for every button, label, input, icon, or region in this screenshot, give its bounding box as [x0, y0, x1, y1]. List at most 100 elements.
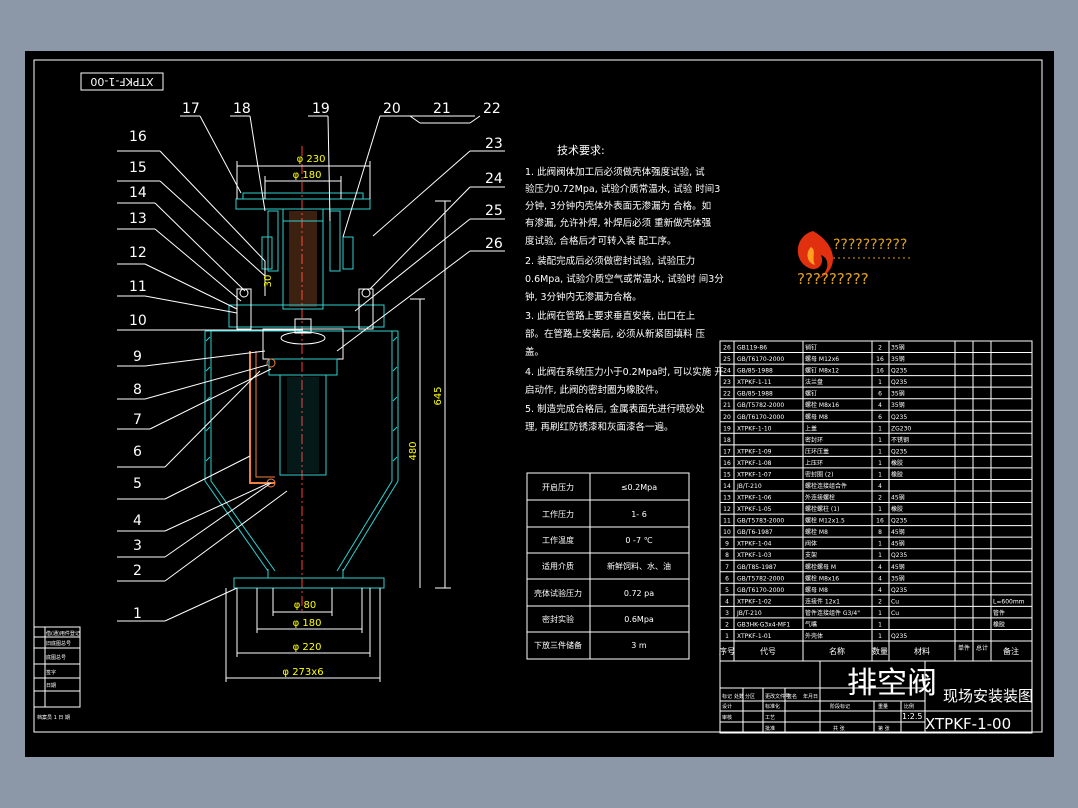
bom-cell: 11: [723, 518, 731, 525]
bom-cell: 螺栓 M8x16: [805, 574, 839, 582]
bom-cell: 35钢: [891, 390, 905, 398]
leader-number: 7: [133, 412, 142, 428]
bom-cell: 4: [878, 483, 882, 490]
shell-left-wall: [204, 331, 269, 578]
rotated-drawing-code: XTPKF-1-00: [90, 75, 153, 88]
bom-cell: 橡胶: [891, 470, 903, 478]
middle-flange: [228, 304, 385, 328]
bom-cell: 管件连接组件 G3/4": [805, 609, 860, 617]
bom-cell: 35钢: [891, 355, 905, 363]
dim-bottom-flange: φ 273x6: [282, 667, 323, 678]
cad-drawing: XTPKF-1-00 借(通)用件登记 旧底图总号 底图总号 签字 日期 档案员…: [33, 59, 1043, 734]
title-block-label: 处数: [734, 693, 744, 700]
bom-cell: 1: [878, 425, 882, 432]
bom-cell: GB/T6-1987: [737, 529, 773, 536]
bom-cell: 2: [878, 345, 882, 352]
bom-cell: GB/T6170-2000: [737, 356, 784, 363]
bom-cell: GB/85-1988: [737, 391, 773, 398]
leader-number: 6: [133, 444, 142, 460]
leader-number: 1: [133, 606, 142, 622]
bom-cell: 16: [876, 356, 884, 363]
bom-table: 序号 代号 名称 数量 材料 单件 总计 备注 26 GB119-86 销钉 2 35钢…: [719, 340, 1033, 662]
tech-line: 0.6Mpa, 试验介质空气或常温水, 试验时 间3分: [525, 273, 724, 285]
bom-cell: 橡胶: [993, 620, 1005, 628]
dim-total-height: 645: [433, 386, 444, 405]
param-key: 开启压力: [542, 482, 574, 492]
title-block: 排空阀 现场安装装图 XTPKF-1-00 1:2.5 标记 处数 分区 更改文…: [719, 660, 1033, 734]
tech-line: 5. 制造完成合格后, 金属表面先进行喷砂处: [525, 403, 705, 415]
bom-cell: 螺母 M8: [805, 413, 828, 421]
bom-cell: JB/T-210: [736, 483, 762, 490]
bom-cell: Q235: [891, 368, 907, 375]
bom-cell: 25: [723, 356, 731, 363]
bom-cell: 螺母 M8: [805, 586, 828, 594]
bom-cell: 1: [878, 506, 882, 513]
tech-requirements: 技术要求: 1. 此阀阀体加工后必须做壳体强度试验, 试 验压力0.72Mpa,…: [525, 144, 724, 433]
valve-section-view: φ 230 φ 180 φ 80 φ 180 φ 220 φ 273x6 645…: [204, 146, 451, 682]
strip-label: 底图总号: [46, 654, 66, 661]
bom-cell: 螺栓 M12x1.5: [805, 517, 845, 525]
bom-header: 单件: [958, 644, 970, 652]
bom-cell: 1: [878, 633, 882, 640]
leader-number: 3: [133, 538, 142, 554]
tech-line: 1. 此阀阀体加工后必须做壳体强度试验, 试: [525, 166, 705, 178]
title-block-label: 比例: [904, 703, 914, 710]
logo-text-2: ?????????: [797, 270, 869, 288]
leader-number: 19: [312, 101, 330, 117]
bom-cell: GB119-86: [737, 345, 767, 352]
bom-cell: 16: [876, 518, 884, 525]
bom-cell: 1: [878, 541, 882, 548]
bom-cell: 螺栓螺柱 (1): [805, 505, 839, 513]
leader-number: 10: [129, 313, 147, 329]
bom-cell: 2: [878, 598, 882, 605]
bom-cell: 1: [878, 437, 882, 444]
bom-cell: XTPKF-1-04: [737, 541, 772, 548]
bom-cell: 10: [723, 529, 731, 536]
bom-cell: GB/85-1988: [737, 368, 773, 375]
bom-cell: 支架: [805, 551, 817, 559]
bom-cell: Q235: [891, 633, 907, 640]
param-key: 工作温度: [542, 535, 574, 545]
bom-cell: GB/T85-1987: [737, 564, 777, 571]
param-key: 下放三件储备: [534, 640, 582, 650]
leader-number: 22: [483, 101, 501, 117]
param-value: 0.72 pa: [624, 589, 654, 598]
param-table: 开启压力 工作压力 工作温度 适用介质 壳体试验压力 密封实验 下放三件储备 ≤…: [526, 472, 690, 660]
bom-cell: 1: [878, 448, 882, 455]
bom-cell: 4: [725, 598, 729, 605]
bom-cell: 16: [876, 368, 884, 375]
bom-cell: 5: [725, 587, 729, 594]
drawing-scale: 1:2.5: [902, 712, 923, 721]
bom-cell: Q235: [891, 414, 907, 421]
dimension-lines: [225, 161, 451, 682]
title-block-label: 共 张: [833, 725, 845, 732]
bom-header: 材料: [914, 646, 930, 656]
title-block-label: 批准: [765, 725, 775, 732]
leader-number: 9: [133, 349, 142, 365]
bom-cell: L=600mm: [993, 598, 1025, 605]
strip-label: 签字: [46, 669, 56, 676]
bom-cell: 橡胶: [891, 505, 903, 513]
bom-header: 代号: [760, 646, 776, 656]
bom-cell: 8: [725, 552, 729, 559]
bom-cell: 9: [725, 541, 729, 548]
leader-number: 11: [129, 279, 147, 295]
param-key: 壳体试验压力: [534, 588, 582, 598]
bom-cell: 23: [723, 379, 731, 386]
dim-inner-height: 480: [408, 441, 419, 460]
leader-number: 14: [129, 185, 147, 201]
bom-header: 总计: [976, 644, 988, 652]
tech-line: 度试验, 合格后才可转入装 配工序。: [525, 235, 677, 247]
left-strip: 借(通)用件登记 旧底图总号 底图总号 签字 日期 档案员 1 日 期: [33, 626, 81, 721]
bom-cell: 1: [878, 621, 882, 628]
leader-number: 17: [182, 101, 200, 117]
bom-cell: 45钢: [891, 540, 905, 548]
bom-cell: 管件: [993, 609, 1005, 617]
param-value: ≤0.2Mpa: [621, 483, 657, 492]
company-logo: ?????????? ?????????: [797, 231, 913, 288]
top-flange: [235, 198, 371, 210]
bom-cell: XTPKF-1-02: [737, 598, 772, 605]
bom-header: 序号: [719, 646, 735, 656]
bom-cell: 45钢: [891, 494, 905, 502]
title-block-label: 签名: [787, 693, 797, 700]
